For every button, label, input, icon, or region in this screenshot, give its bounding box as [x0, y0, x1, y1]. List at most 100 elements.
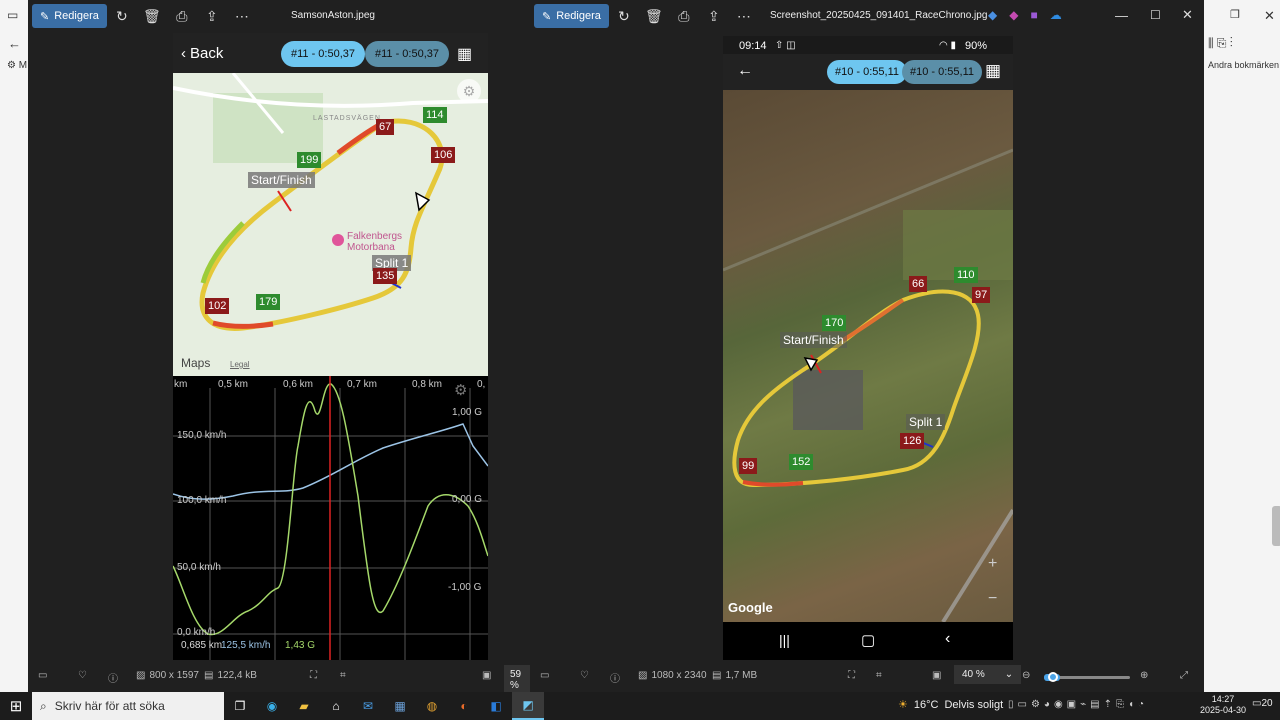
crop-icon[interactable]: ⌗: [876, 670, 882, 681]
dimensions-info: ▨ 800 x 1597: [136, 670, 199, 681]
photos-icon[interactable]: ◩: [512, 692, 544, 720]
edit-icon: ✎: [40, 10, 50, 23]
close-icon[interactable]: ✕: [1264, 8, 1275, 24]
delete-icon[interactable]: 🗑: [639, 4, 669, 28]
app-icon[interactable]: ◆: [988, 8, 997, 22]
back-button[interactable]: ‹ Back: [181, 45, 223, 62]
speed-marker: 114: [423, 107, 447, 123]
zoom-level[interactable]: 59 %: [504, 665, 530, 695]
other-bookmarks[interactable]: Andra bokmärken: [1208, 60, 1279, 70]
rotate-icon[interactable]: ↻: [107, 4, 137, 28]
chrome-icon[interactable]: ◍: [416, 692, 448, 720]
info-icon[interactable]: ⓘ: [610, 670, 620, 685]
more-icon[interactable]: ⋯: [227, 4, 257, 28]
print-icon[interactable]: ⎙: [167, 4, 197, 28]
speed-marker: 106: [431, 147, 456, 163]
windows-start-icon[interactable]: ⊞: [0, 692, 32, 720]
speed-marker: 135: [373, 268, 398, 284]
lap-pill-b[interactable]: #10 - 0:55,11: [902, 60, 983, 84]
lap-pill-a[interactable]: #11 - 0:50,37: [281, 41, 366, 67]
zoom-out-icon[interactable]: ⊖: [1022, 670, 1030, 681]
crop-icon[interactable]: ⌗: [340, 670, 346, 681]
notification-icon[interactable]: ▭20: [1252, 698, 1273, 709]
info-icon[interactable]: ⓘ: [108, 670, 118, 685]
telemetry-graph[interactable]: km 0,5 km 0,6 km 0,7 km 0,8 km 0, 150,0 …: [173, 376, 488, 660]
edge-icon[interactable]: ◉: [256, 692, 288, 720]
fit-icon[interactable]: ⛶: [848, 670, 855, 681]
nav-back-icon[interactable]: ‹: [945, 630, 950, 648]
firefox-icon[interactable]: ◐: [448, 692, 480, 720]
speed-marker: 110: [954, 267, 978, 283]
close-icon[interactable]: ✕: [1182, 7, 1193, 23]
restore-icon[interactable]: ❐: [1230, 8, 1240, 21]
grid-icon[interactable]: ▦: [457, 44, 472, 64]
rotate-icon[interactable]: ↻: [609, 4, 639, 28]
map-road: [941, 508, 1013, 622]
left-status-bar: ▭ ♡ ⓘ ▨ 800 x 1597 ▤ 122,4 kB ⛶ ⌗ ▣ 59 %: [28, 662, 530, 695]
app-icon[interactable]: ◆: [1009, 8, 1018, 22]
zoom-slider[interactable]: [1044, 672, 1130, 682]
favorite-icon[interactable]: ♡: [580, 670, 589, 681]
track-brake-segment: [742, 480, 804, 487]
favorite-icon[interactable]: ♡: [78, 670, 87, 681]
distance-tick: 0,7 km: [347, 379, 378, 390]
taskbar-search[interactable]: ⌕ Skriv här för att söka: [32, 692, 224, 720]
back-arrow-icon[interactable]: ←: [8, 36, 21, 51]
outlook-icon[interactable]: ◧: [480, 692, 512, 720]
zoom-level[interactable]: 40 % ⌄: [954, 665, 1022, 684]
weather-widget[interactable]: ☀ 16°C Delvis soligt: [898, 698, 1003, 712]
tab-icon[interactable]: ▭: [7, 8, 18, 22]
delete-icon[interactable]: 🗑: [137, 4, 167, 28]
grid-icon[interactable]: ▦: [985, 61, 1001, 81]
zoom-in-icon[interactable]: +: [988, 555, 997, 573]
app-header: ‹ Back #11 - 0:50,37 #11 - 0:50,37 ▦: [173, 33, 488, 73]
filmstrip-icon[interactable]: ▭: [38, 670, 47, 681]
home-icon[interactable]: ▢: [861, 631, 875, 649]
zoom-in-icon[interactable]: ⊕: [1140, 670, 1148, 681]
satellite-map[interactable]: Start/Finish Split 1 66 110 97 170 126 9…: [723, 90, 1013, 622]
fit-icon[interactable]: ⛶: [310, 670, 317, 681]
more-icon[interactable]: ⋯: [729, 4, 759, 28]
zoom-out-icon[interactable]: −: [988, 590, 997, 608]
calculator-icon[interactable]: ▦: [384, 692, 416, 720]
distance-tick: km: [174, 379, 188, 390]
weather-icon: ☀: [898, 699, 908, 711]
edit-button[interactable]: ✎ Redigera: [534, 4, 609, 28]
edit-button[interactable]: ✎ Redigera: [32, 4, 107, 28]
task-view-icon[interactable]: ❐: [224, 692, 256, 720]
zoom-slider-thumb[interactable]: [1048, 672, 1058, 682]
maximize-icon[interactable]: ☐: [1150, 8, 1161, 22]
onedrive-icon[interactable]: ☁: [1050, 8, 1062, 22]
speed-tick: 50,0 km/h: [177, 562, 221, 573]
legal-link[interactable]: Legal: [230, 360, 250, 369]
minimize-icon[interactable]: —: [1115, 8, 1128, 23]
lap-pill-a[interactable]: #10 - 0:55,11: [827, 60, 908, 84]
settings-gear-icon[interactable]: ⚙: [457, 79, 481, 103]
share-icon[interactable]: ⇪: [699, 4, 729, 28]
g-tick: -1,00 G: [448, 582, 482, 593]
bookmark-item[interactable]: ⚙ M: [7, 60, 27, 71]
fit-window-icon[interactable]: ▣: [482, 670, 491, 681]
file-explorer-icon[interactable]: ▰: [288, 692, 320, 720]
share-icon[interactable]: ⇪: [197, 4, 227, 28]
scrollbar-thumb[interactable]: [1272, 506, 1280, 546]
lap-pill-b[interactable]: #11 - 0:50,37: [365, 41, 450, 67]
print-icon[interactable]: ⎙: [669, 4, 699, 28]
recents-icon[interactable]: |||: [779, 632, 790, 648]
start-finish-label: Start/Finish: [780, 332, 847, 348]
tray-icons[interactable]: ▯▭⚙◕◉▣⌁▤⇡⎘◖◔: [1008, 699, 1148, 710]
graph-settings-gear-icon[interactable]: ⚙: [454, 381, 467, 399]
mail-icon[interactable]: ✉: [352, 692, 384, 720]
fullscreen-icon[interactable]: ⤢: [1180, 670, 1188, 681]
extension-icons[interactable]: ⫼ ⎘ ⋮: [1208, 36, 1233, 51]
home-icon[interactable]: ⌂: [320, 692, 352, 720]
right-photos-window: ✎ Redigera ↻ 🗑 ⎙ ⇪ ⋯ Screenshot_20250425_…: [530, 0, 1204, 692]
fit-window-icon[interactable]: ▣: [932, 670, 941, 681]
app-icon[interactable]: ■: [1030, 8, 1037, 22]
clock[interactable]: 14:27 2025-04-30: [1200, 694, 1246, 716]
filmstrip-icon[interactable]: ▭: [540, 670, 549, 681]
right-status-bar: ▭ ♡ ⓘ ▨ 1080 x 2340 ▤ 1,7 MB ⛶ ⌗ ▣ 40 % ⌄ ⊖…: [530, 662, 1204, 692]
dimensions-info: ▨ 1080 x 2340: [638, 670, 707, 681]
back-arrow-icon[interactable]: ←: [737, 62, 753, 80]
track-map[interactable]: LASTADSVÄGEN Falkenbergs Motorbana Start/…: [173, 73, 488, 376]
